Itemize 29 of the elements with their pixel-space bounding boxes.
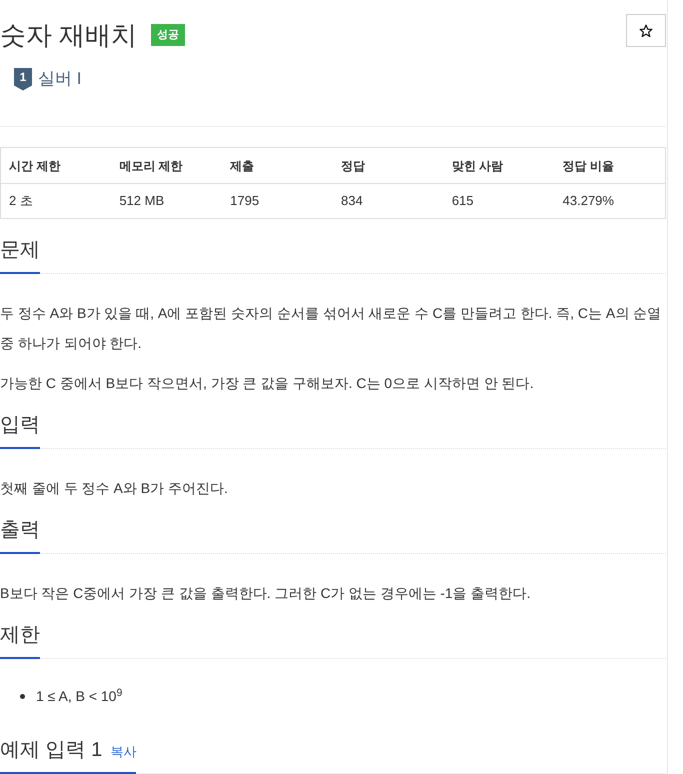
tier-label[interactable]: 실버 I bbox=[38, 67, 82, 91]
section-heading: 출력 bbox=[0, 518, 40, 543]
section-heading: 문제 bbox=[0, 238, 40, 263]
table-header: 정답 bbox=[332, 148, 444, 184]
paragraph: 첫째 줄에 두 정수 A와 B가 주어진다. bbox=[0, 479, 229, 498]
paragraph: B보다 작은 C중에서 가장 큰 값을 출력한다. 그러한 C가 없는 경우에는 -1을 출력한다. bbox=[0, 584, 532, 603]
result-badge: 성공 bbox=[151, 24, 186, 46]
problem-title: 숫자 재배치 bbox=[0, 19, 138, 52]
table-header: 맞힌 사람 bbox=[444, 148, 555, 184]
table-cell: 834 bbox=[332, 184, 444, 218]
table-header: 제출 bbox=[222, 148, 333, 184]
table-cell: 1795 bbox=[222, 184, 333, 218]
table-header: 메모리 제한 bbox=[111, 148, 222, 184]
table-header: 시간 제한 bbox=[0, 148, 112, 184]
section-heading: 제한 bbox=[0, 623, 40, 648]
section-heading: 예제 입력 1 bbox=[0, 738, 102, 763]
section-heading: 입력 bbox=[0, 413, 40, 438]
paragraph: 두 정수 A와 B가 있을 때, A에 포함된 숫자의 순서를 섞어서 새로운 수 C를 만들려고 한다. 즉, C는 A의 순열 중 하나가 되어야 한다. bbox=[0, 304, 662, 353]
table-cell: 2 초 bbox=[0, 184, 112, 218]
tier-badge: 1 bbox=[14, 68, 32, 90]
bullet-icon bbox=[20, 694, 25, 698]
table-cell: 615 bbox=[444, 184, 555, 218]
table-cell: 43.279% bbox=[554, 184, 666, 218]
table-header: 정답 비율 bbox=[554, 148, 666, 184]
favorite-button[interactable] bbox=[626, 14, 666, 47]
table-cell: 512 MB bbox=[111, 184, 222, 218]
list-item-text: 1 ≤ A, B < 10$^{9}$ bbox=[36, 686, 122, 706]
copy-link[interactable]: 복사 bbox=[110, 742, 136, 762]
paragraph: 가능한 C 중에서 B보다 작으면서, 가장 큰 값을 구해보자. C는 0으로 시작하면 안 된다. bbox=[0, 374, 535, 393]
